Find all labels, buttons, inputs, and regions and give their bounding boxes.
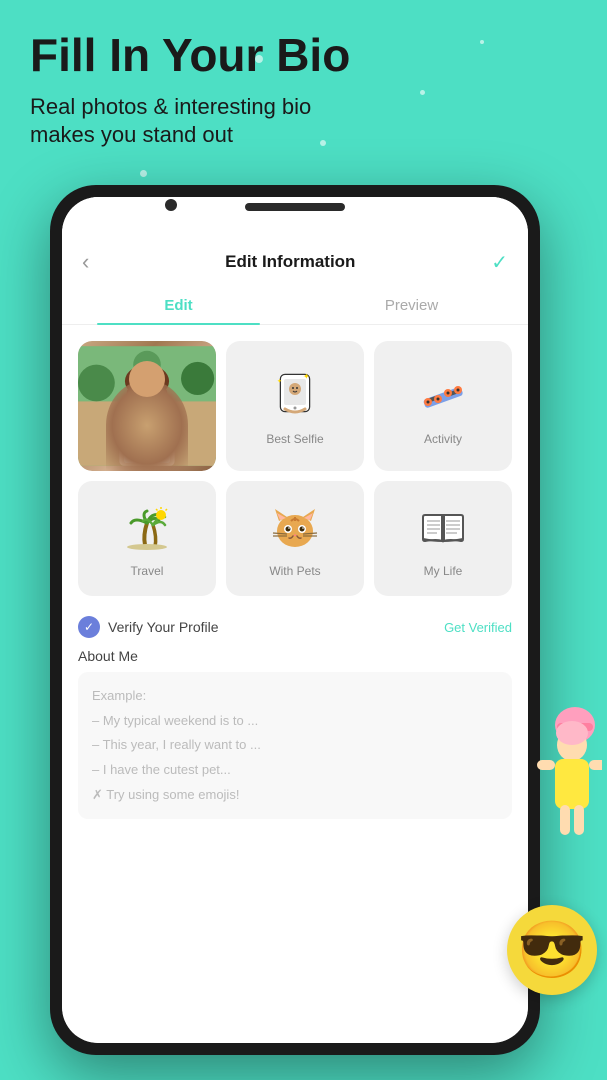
pets-cell[interactable]: With Pets [226,481,364,596]
pets-icon [269,503,321,558]
confirm-button[interactable]: ✓ [491,250,508,275]
emoji-decoration [507,905,597,995]
travel-cell[interactable]: Travel [78,481,216,596]
verify-shield-icon: ✓ [78,616,100,638]
verify-label: Verify Your Profile [108,619,219,635]
back-button[interactable]: ‹ [82,249,89,275]
book-icon [417,503,469,558]
girl-decoration [507,695,602,860]
my-life-cell[interactable]: My Life [374,481,512,596]
phone-inner: ‹ Edit Information ✓ Edit Preview [62,197,528,1043]
about-me-placeholder: Example: – My typical weekend is to ... … [92,684,498,807]
user-photo [78,341,216,471]
nav-title: Edit Information [225,252,355,272]
main-title: Fill In Your Bio [30,30,577,81]
activity-label: Activity [424,432,462,446]
user-photo-cell[interactable] [78,341,216,471]
sub-title: Real photos & interesting biomakes you s… [30,93,577,150]
best-selfie-label: Best Selfie [266,432,323,446]
tab-preview[interactable]: Preview [295,287,528,324]
about-me-section: About Me Example: – My typical weekend i… [62,644,528,827]
travel-icon [121,503,173,558]
my-life-label: My Life [424,564,463,578]
get-verified-link[interactable]: Get Verified [444,620,512,635]
phone-frame: ‹ Edit Information ✓ Edit Preview [50,185,540,1055]
phone-notch [245,203,345,211]
travel-label: Travel [131,564,164,578]
activity-cell[interactable]: Activity [374,341,512,471]
phone-camera [165,199,177,211]
about-me-box[interactable]: Example: – My typical weekend is to ... … [78,672,512,819]
verify-label-group: ✓ Verify Your Profile [78,616,219,638]
skateboard-icon [417,371,469,426]
header-section: Fill In Your Bio Real photos & interesti… [30,30,577,150]
selfie-icon: ✦ ✦ [271,371,319,426]
svg-text:✦: ✦ [303,372,310,381]
best-selfie-cell[interactable]: ✦ ✦ Best Selfie [226,341,364,471]
svg-text:✦: ✦ [277,378,282,385]
tab-edit[interactable]: Edit [62,287,295,324]
screen-content: ‹ Edit Information ✓ Edit Preview [62,197,528,1043]
verify-section: ✓ Verify Your Profile Get Verified [62,606,528,644]
photo-grid: ✦ ✦ Best Selfie [62,325,528,606]
pets-label: With Pets [269,564,320,578]
about-me-label: About Me [78,648,512,664]
tab-bar: Edit Preview [62,287,528,325]
